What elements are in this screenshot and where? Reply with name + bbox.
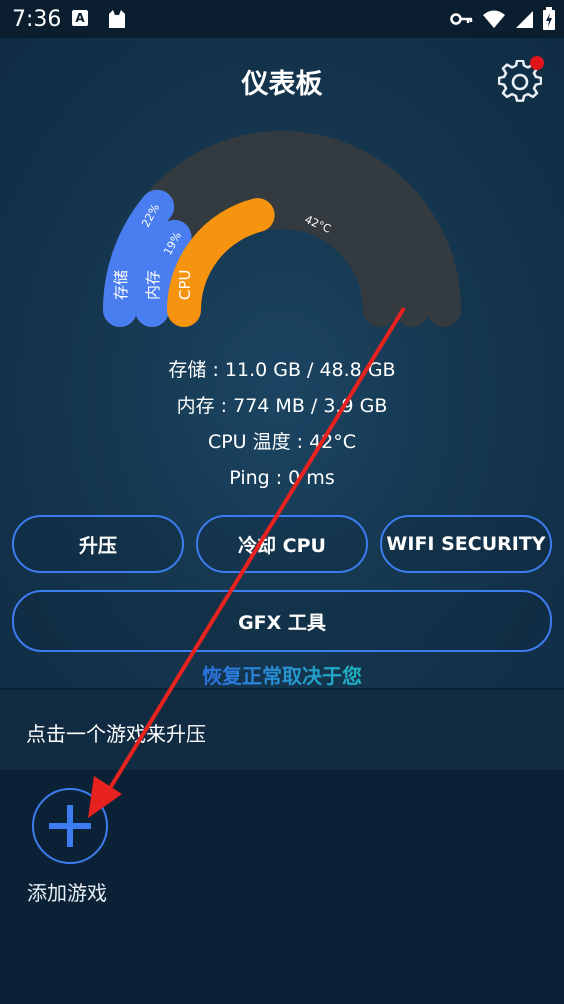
boost-button[interactable]: 升压 bbox=[12, 515, 184, 573]
hint-text: 点击一个游戏来升压 bbox=[26, 722, 206, 746]
wifi-security-button[interactable]: WIFI SECURITY bbox=[380, 515, 552, 573]
notification-badge bbox=[530, 56, 544, 70]
add-game-label: 添加游戏 bbox=[27, 881, 107, 905]
memory-label: 内存 bbox=[144, 270, 162, 300]
stats-panel: 存储 : 11.0 GB / 48.8 GB 内存 : 774 MB / 3.9… bbox=[0, 356, 564, 500]
hint-bar: 点击一个游戏来升压 bbox=[0, 690, 564, 770]
plus-icon bbox=[49, 805, 91, 847]
wifi-icon bbox=[482, 9, 506, 33]
storage-stat: 存储 : 11.0 GB / 48.8 GB bbox=[168, 359, 396, 381]
cat-icon bbox=[106, 8, 128, 34]
system-gauge: 存储 内存 CPU 22% 19% 42°C bbox=[103, 131, 461, 327]
storage-label: 存储 bbox=[112, 270, 130, 300]
cpu-label: CPU bbox=[176, 270, 194, 301]
page-title: 仪表板 bbox=[241, 69, 323, 100]
status-bar: 7:36 A bbox=[0, 0, 564, 38]
battery-icon bbox=[542, 7, 556, 35]
memory-stat: 内存 : 774 MB / 3.9 GB bbox=[176, 395, 388, 417]
status-time: 7:36 bbox=[12, 7, 62, 32]
cpu-temp-stat: CPU 温度 : 42°C bbox=[207, 431, 357, 453]
add-game-button[interactable] bbox=[32, 788, 108, 864]
cool-cpu-button[interactable]: 冷却 CPU bbox=[196, 515, 368, 573]
restore-default-link[interactable]: 恢复正常取决于您 bbox=[0, 660, 564, 689]
gfx-tool-button[interactable]: GFX 工具 bbox=[12, 590, 552, 652]
signal-icon bbox=[514, 9, 534, 33]
ping-stat: Ping : 0 ms bbox=[229, 467, 335, 489]
a-icon: A bbox=[72, 10, 88, 26]
key-icon bbox=[450, 9, 474, 33]
